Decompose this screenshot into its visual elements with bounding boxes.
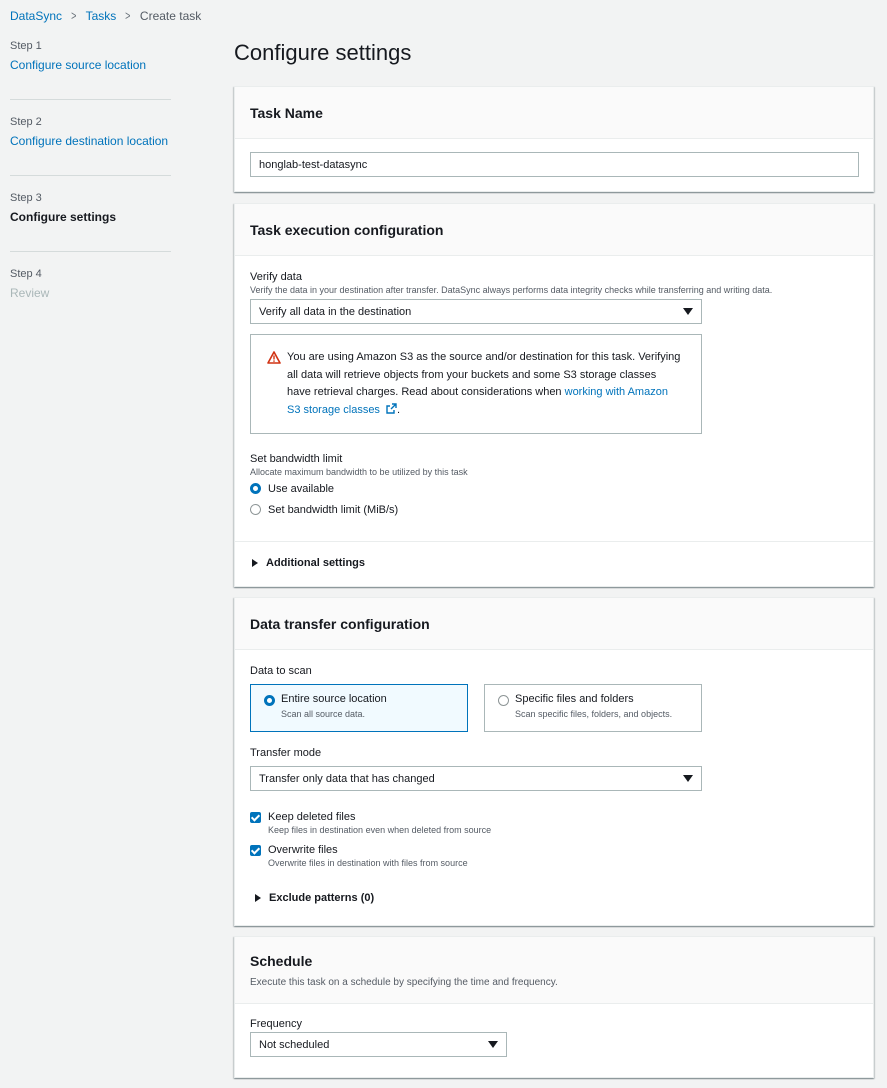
radio-unselected[interactable] bbox=[250, 504, 261, 515]
chevron-right-icon: > bbox=[71, 8, 77, 23]
caret-down-icon bbox=[683, 775, 693, 782]
s3-retrieval-warning: You are using Amazon S3 as the source an… bbox=[250, 334, 702, 434]
task-execution-panel: Task execution configuration Verify data… bbox=[234, 203, 874, 587]
transfer-mode-select[interactable]: Transfer only data that has changed bbox=[250, 766, 702, 791]
verify-data-value: Verify all data in the destination bbox=[259, 305, 412, 318]
expander-label: Additional settings bbox=[266, 557, 365, 569]
transfer-mode-label: Transfer mode bbox=[250, 747, 322, 759]
bandwidth-option-limit[interactable]: Set bandwidth limit (MiB/s) bbox=[250, 499, 858, 520]
panel-title: Data transfer configuration bbox=[250, 615, 430, 632]
page-title: Configure settings bbox=[234, 40, 412, 65]
panel-title: Schedule bbox=[250, 952, 313, 969]
step-current-settings: Configure settings bbox=[10, 210, 117, 224]
task-name-panel: Task Name honglab-test-datasync bbox=[234, 86, 874, 192]
step-link-destination[interactable]: Configure destination location bbox=[10, 134, 171, 148]
step-number: Step 2 bbox=[10, 116, 42, 128]
panel-header: Schedule Execute this task on a schedule… bbox=[235, 937, 873, 1004]
checkbox-description: Overwrite files in destination with file… bbox=[268, 858, 468, 868]
checkbox-label: Overwrite files bbox=[268, 844, 338, 856]
overwrite-option: Overwrite files Overwrite files in desti… bbox=[250, 844, 468, 868]
chevron-right-icon: > bbox=[125, 8, 131, 23]
caret-right-icon bbox=[252, 559, 258, 567]
verify-data-select[interactable]: Verify all data in the destination bbox=[250, 299, 702, 324]
step-number: Step 1 bbox=[10, 40, 42, 52]
bandwidth-description: Allocate maximum bandwidth to be utilize… bbox=[250, 467, 468, 477]
tile-entire-source[interactable]: Entire source location Scan all source d… bbox=[250, 684, 468, 732]
keep-deleted-option: Keep deleted files Keep files in destina… bbox=[250, 811, 491, 835]
step-link-source[interactable]: Configure source location bbox=[10, 58, 171, 72]
tile-description: Scan all source data. bbox=[281, 709, 366, 719]
schedule-panel: Schedule Execute this task on a schedule… bbox=[234, 936, 874, 1078]
radio-label: Set bandwidth limit (MiB/s) bbox=[268, 503, 399, 516]
tile-specific-files[interactable]: Specific files and folders Scan specific… bbox=[484, 684, 702, 732]
tile-title: Specific files and folders bbox=[515, 693, 634, 705]
frequency-select[interactable]: Not scheduled bbox=[250, 1032, 507, 1057]
warning-icon bbox=[267, 351, 281, 364]
panel-header: Task Name bbox=[235, 87, 873, 139]
panel-header: Data transfer configuration bbox=[235, 598, 873, 650]
keep-deleted-checkbox[interactable] bbox=[250, 811, 261, 823]
caret-down-icon bbox=[488, 1041, 498, 1048]
exclude-patterns-toggle[interactable]: Exclude patterns (0) bbox=[255, 892, 374, 904]
verify-data-label: Verify data bbox=[250, 271, 302, 283]
tile-title: Entire source location bbox=[281, 693, 387, 705]
frequency-label: Frequency bbox=[250, 1018, 302, 1030]
step-review: Review bbox=[10, 286, 50, 300]
radio-selected[interactable] bbox=[250, 483, 261, 494]
caret-right-icon bbox=[255, 894, 261, 902]
step-number: Step 3 bbox=[10, 192, 42, 204]
breadcrumb: DataSync > Tasks > Create task bbox=[10, 8, 201, 23]
step-4: Step 4 Review bbox=[10, 268, 171, 328]
step-number: Step 4 bbox=[10, 268, 42, 280]
panel-title: Task execution configuration bbox=[250, 221, 444, 238]
step-2: Step 2 Configure destination location bbox=[10, 116, 171, 176]
breadcrumb-current: Create task bbox=[139, 8, 202, 23]
panel-description: Execute this task on a schedule by speci… bbox=[250, 976, 558, 988]
panel-title: Task Name bbox=[250, 104, 323, 121]
additional-settings-toggle[interactable]: Additional settings bbox=[252, 557, 365, 569]
expander-label: Exclude patterns (0) bbox=[269, 892, 375, 904]
data-to-scan-label: Data to scan bbox=[250, 665, 312, 677]
breadcrumb-tasks[interactable]: Tasks bbox=[86, 9, 117, 23]
alert-end: . bbox=[397, 403, 401, 416]
divider bbox=[235, 541, 873, 542]
bandwidth-label: Set bandwidth limit bbox=[250, 453, 343, 465]
radio-label: Use available bbox=[268, 482, 335, 495]
caret-down-icon bbox=[683, 308, 693, 315]
bandwidth-option-available[interactable]: Use available bbox=[250, 478, 858, 499]
frequency-value: Not scheduled bbox=[259, 1038, 330, 1051]
radio-unselected[interactable] bbox=[498, 695, 509, 706]
panel-header: Task execution configuration bbox=[235, 204, 873, 256]
breadcrumb-datasync[interactable]: DataSync bbox=[10, 9, 62, 23]
checkbox-description: Keep files in destination even when dele… bbox=[268, 825, 492, 835]
tile-description: Scan specific files, folders, and object… bbox=[515, 709, 673, 719]
task-name-input[interactable]: honglab-test-datasync bbox=[250, 152, 859, 177]
step-1: Step 1 Configure source location bbox=[10, 40, 171, 100]
step-3: Step 3 Configure settings bbox=[10, 192, 171, 252]
external-link-icon bbox=[386, 402, 397, 414]
checkbox-label: Keep deleted files bbox=[268, 811, 356, 823]
transfer-mode-value: Transfer only data that has changed bbox=[259, 772, 435, 785]
overwrite-checkbox[interactable] bbox=[250, 844, 261, 856]
wizard-steps: Step 1 Configure source location Step 2 … bbox=[10, 38, 171, 344]
radio-selected[interactable] bbox=[264, 695, 275, 706]
verify-data-description: Verify the data in your destination afte… bbox=[250, 285, 773, 295]
data-transfer-panel: Data transfer configuration Data to scan… bbox=[234, 597, 874, 926]
